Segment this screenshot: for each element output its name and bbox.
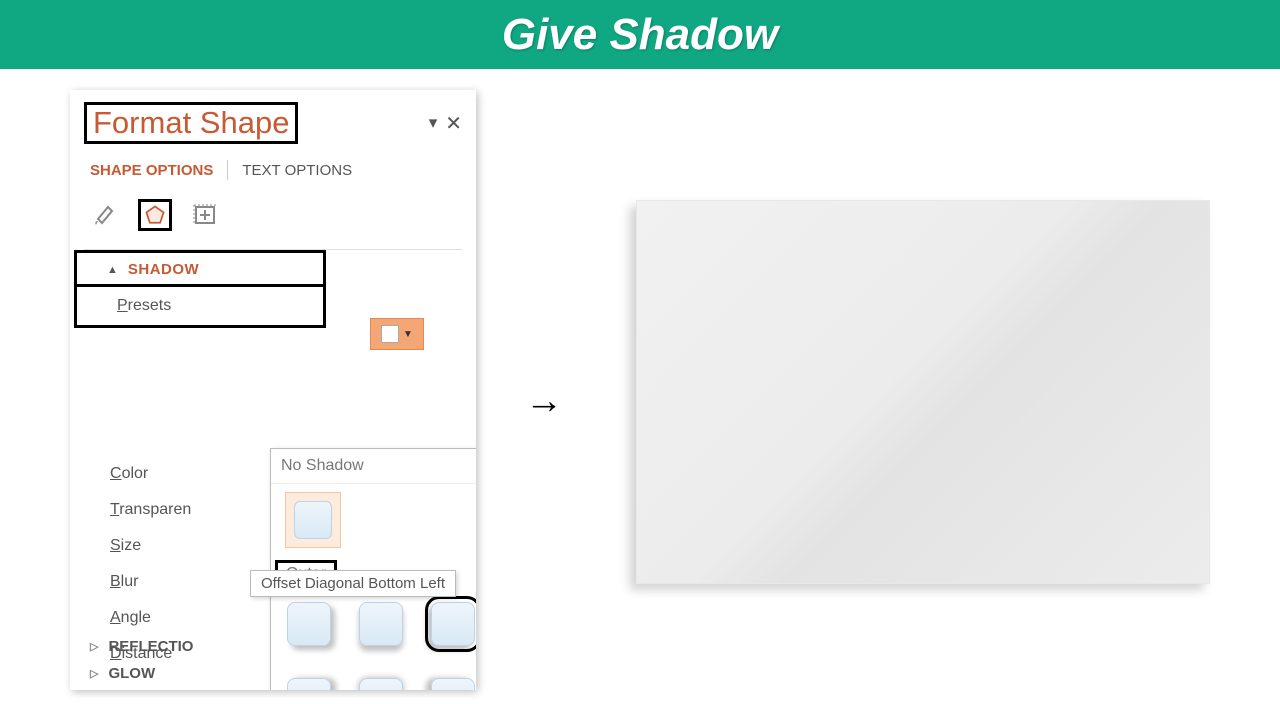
prop-angle[interactable]: Angle	[110, 609, 191, 627]
tab-shape-options[interactable]: SHAPE OPTIONS	[88, 158, 215, 185]
tab-text-options[interactable]: TEXT OPTIONS	[240, 158, 354, 185]
panel-close-icon[interactable]: ✕	[445, 111, 462, 136]
arrow-right-icon: →	[525, 380, 563, 423]
section-reflection-label: REFLECTIO	[108, 638, 193, 655]
caret-right-icon: ▷	[90, 640, 98, 653]
shadow-presets-group-highlight: ▲ SHADOW Presets	[74, 250, 326, 328]
preset-offset-diag-bottom-right[interactable]	[287, 602, 331, 646]
panel-tabs: SHAPE OPTIONS TEXT OPTIONS	[70, 150, 476, 189]
preset-offset-center[interactable]	[359, 678, 403, 690]
outer-row-2	[271, 670, 476, 690]
presets-dropdown-button[interactable]: ▼	[370, 318, 424, 350]
section-glow-label: GLOW	[108, 665, 155, 682]
presets-label: Presets	[117, 297, 171, 315]
chevron-down-icon: ▼	[403, 329, 413, 340]
prop-color[interactable]: Color	[110, 465, 191, 483]
prop-blur[interactable]: Blur	[110, 573, 191, 591]
preset-offset-bottom[interactable]	[359, 602, 403, 646]
category-icons	[70, 189, 476, 249]
section-reflection[interactable]: ▷ REFLECTIO	[90, 638, 193, 655]
preset-offset-right[interactable]	[287, 678, 331, 690]
section-glow[interactable]: ▷ GLOW	[90, 665, 193, 682]
caret-down-icon: ▲	[107, 264, 118, 276]
presets-row: Presets	[77, 284, 323, 325]
slide-title: Give Shadow	[502, 10, 778, 60]
fill-line-icon[interactable]	[88, 199, 122, 231]
panel-title: Format Shape	[84, 102, 298, 144]
collapsed-sections: ▷ REFLECTIO ▷ GLOW	[90, 638, 193, 682]
section-shadow[interactable]: ▲ SHADOW	[77, 253, 323, 284]
panel-header-row: Format Shape ▾ ✕	[70, 102, 476, 150]
shadow-properties: Color Transparen Size Blur Angle Distanc…	[110, 465, 191, 663]
effects-icon[interactable]	[138, 199, 172, 231]
preset-offset-left[interactable]	[431, 678, 475, 690]
format-shape-panel: Format Shape ▾ ✕ SHAPE OPTIONS TEXT OPTI…	[70, 90, 476, 690]
presets-swatch	[381, 325, 399, 343]
preset-no-shadow[interactable]	[285, 492, 341, 548]
presets-dropdown: No Shadow Outer ▲ ▼	[270, 448, 476, 690]
tab-divider	[227, 160, 228, 180]
size-properties-icon[interactable]	[188, 199, 222, 231]
result-shape-with-shadow	[636, 200, 1210, 584]
caret-right-icon: ▷	[90, 667, 98, 680]
section-shadow-label: SHADOW	[128, 261, 199, 278]
dropdown-no-shadow-header: No Shadow	[271, 449, 476, 484]
slide-title-bar: Give Shadow	[0, 0, 1280, 69]
prop-size[interactable]: Size	[110, 537, 191, 555]
panel-controls: ▾ ✕	[429, 111, 462, 136]
preset-no-shadow-tile	[294, 501, 332, 539]
outer-row-1	[271, 594, 476, 652]
preset-tooltip: Offset Diagonal Bottom Left	[250, 570, 456, 597]
prop-transparency[interactable]: Transparen	[110, 501, 191, 519]
preset-offset-diag-bottom-left[interactable]	[431, 602, 475, 646]
panel-dropdown-icon[interactable]: ▾	[429, 113, 438, 133]
